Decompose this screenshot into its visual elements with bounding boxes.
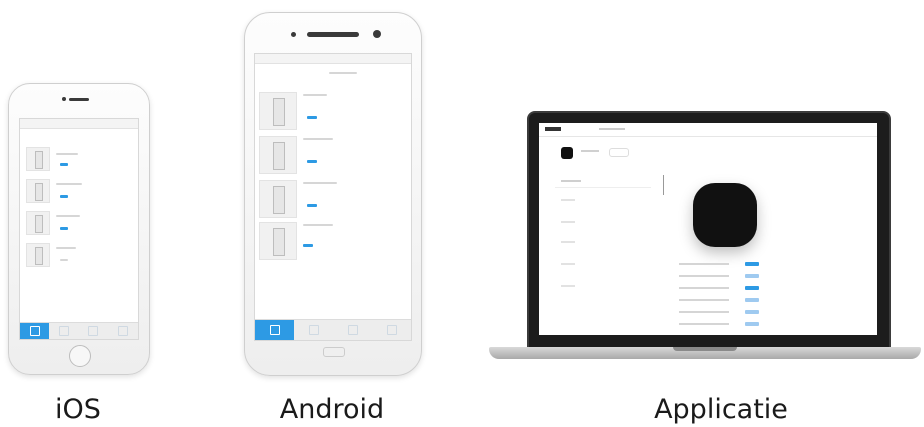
toggle[interactable] (745, 286, 759, 290)
ios-tab-devices[interactable] (20, 323, 49, 339)
ios-home-button[interactable] (69, 345, 91, 367)
hub-avatar (561, 147, 573, 159)
settings-row[interactable] (679, 259, 759, 270)
settings-icon (118, 326, 128, 336)
laptop-notch (673, 347, 737, 351)
ios-speaker (69, 98, 89, 101)
ios-device-thumb-4 (26, 243, 50, 267)
hub-status-badge[interactable] (609, 148, 629, 157)
android-device-thumb-2 (259, 136, 297, 174)
ios-device-thumb-2 (26, 179, 50, 203)
android-tab-settings[interactable] (372, 320, 411, 340)
android-speaker (307, 32, 359, 37)
android-device-thumb-3 (259, 180, 297, 218)
ios-tab-notifications[interactable] (78, 323, 108, 339)
app-header (539, 123, 877, 137)
caption-ios: iOS (55, 394, 101, 425)
ios-device-thumb-1 (26, 147, 50, 171)
android-status-bar (255, 54, 411, 64)
toggle[interactable] (745, 310, 759, 314)
android-device-thumb-4 (259, 222, 297, 260)
devices-icon (269, 325, 280, 335)
settings-row[interactable] (679, 271, 759, 282)
app-menu[interactable] (599, 128, 625, 130)
laptop-lid (527, 111, 891, 351)
caption-android: Android (279, 394, 385, 425)
android-screen (254, 53, 412, 341)
android-home-indicator[interactable] (323, 347, 345, 357)
toggle[interactable] (745, 298, 759, 302)
app-logo (545, 127, 561, 131)
android-sensor (291, 32, 296, 37)
android-phone (244, 12, 422, 376)
toggle[interactable] (745, 274, 759, 278)
settings-row[interactable] (679, 319, 759, 330)
hub-device-image (693, 183, 757, 247)
notifications-icon (88, 326, 98, 336)
android-device-thumb-1 (259, 92, 297, 130)
ios-camera (62, 97, 66, 101)
android-tab-notifications[interactable] (333, 320, 372, 340)
ios-tab-settings[interactable] (108, 323, 138, 339)
sidebar-scrollbar[interactable] (663, 175, 664, 195)
notifications-icon (347, 325, 358, 335)
android-tab-devices[interactable] (255, 320, 294, 340)
toggle[interactable] (745, 322, 759, 326)
settings-row[interactable] (679, 307, 759, 318)
android-tab-bar (255, 319, 411, 340)
ios-screen (19, 118, 139, 340)
laptop-screen (539, 123, 877, 335)
caption-desktop-app: Applicatie (654, 394, 788, 425)
toggle[interactable] (745, 262, 759, 266)
devices-icon (29, 326, 40, 336)
ios-tab-rooms[interactable] (49, 323, 78, 339)
device-sidebar (555, 175, 651, 325)
settings-row[interactable] (679, 295, 759, 306)
rooms-icon (58, 326, 69, 336)
android-front-camera (373, 30, 381, 38)
ios-phone (8, 83, 150, 375)
android-tab-rooms[interactable] (294, 320, 333, 340)
settings-icon (386, 325, 397, 335)
ios-status-bar (20, 119, 138, 129)
laptop-base (489, 347, 921, 359)
rooms-icon (308, 325, 319, 335)
ios-tab-bar (20, 322, 138, 339)
settings-row[interactable] (679, 283, 759, 294)
sidebar-item-hub[interactable] (555, 175, 651, 188)
ios-device-thumb-3 (26, 211, 50, 235)
